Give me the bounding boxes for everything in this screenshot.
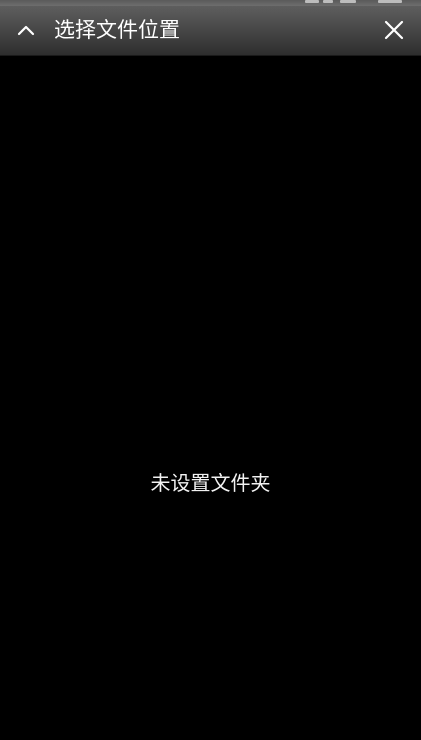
collapse-button[interactable] [8, 10, 44, 50]
file-location-screen: 选择文件位置 未设置文件夹 [0, 0, 421, 740]
chevron-up-icon [17, 25, 35, 36]
close-icon [384, 20, 404, 40]
status-indicator-icon [378, 0, 402, 3]
status-indicator-icon [323, 0, 333, 3]
empty-state-message: 未设置文件夹 [150, 471, 271, 495]
folder-list-area: 未设置文件夹 [0, 56, 421, 740]
title-bar: 选择文件位置 [0, 6, 421, 56]
status-indicator-icon [305, 0, 319, 3]
close-button[interactable] [375, 10, 413, 50]
status-indicator-icon [340, 0, 356, 3]
page-title: 选择文件位置 [54, 18, 180, 42]
